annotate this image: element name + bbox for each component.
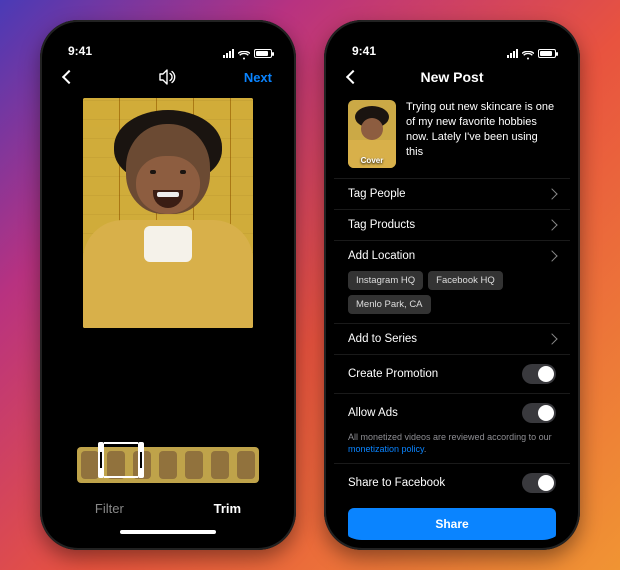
nav-bar: New Post bbox=[334, 60, 570, 94]
back-button[interactable] bbox=[348, 72, 394, 82]
notch bbox=[113, 30, 223, 52]
location-chips: Instagram HQ Facebook HQ Menlo Park, CA bbox=[334, 271, 570, 323]
sound-button[interactable] bbox=[110, 69, 226, 85]
row-create-promotion: Create Promotion bbox=[334, 354, 570, 393]
screen-edit: 9:41 Next bbox=[50, 30, 286, 540]
row-label: Add Location bbox=[348, 250, 415, 262]
phone-left: 9:41 Next bbox=[40, 20, 296, 550]
row-label: Tag People bbox=[348, 188, 406, 200]
notch bbox=[397, 30, 507, 52]
nav-bar: Next bbox=[50, 60, 286, 94]
row-tag-products[interactable]: Tag Products bbox=[334, 209, 570, 240]
new-post-body[interactable]: Cover Trying out new skincare is one of … bbox=[334, 94, 570, 540]
trim-handle-right[interactable] bbox=[138, 442, 144, 478]
row-share-facebook: Share to Facebook bbox=[334, 463, 570, 502]
wifi-icon bbox=[238, 49, 250, 58]
caption-input[interactable]: Trying out new skincare is one of my new… bbox=[406, 100, 556, 168]
row-add-location[interactable]: Add Location bbox=[334, 240, 570, 271]
row-tag-people[interactable]: Tag People bbox=[334, 178, 570, 209]
video-frame bbox=[83, 98, 253, 328]
tab-trim[interactable]: Trim bbox=[214, 501, 241, 516]
row-allow-ads: Allow Ads bbox=[334, 393, 570, 432]
row-label: Share to Facebook bbox=[348, 477, 445, 489]
speaker-icon bbox=[159, 69, 177, 85]
allow-ads-subtext: All monetized videos are reviewed accord… bbox=[334, 432, 570, 463]
subtext-suffix: . bbox=[424, 444, 427, 454]
toggle-share-facebook[interactable] bbox=[522, 473, 556, 493]
page-title: New Post bbox=[394, 69, 510, 85]
location-chip[interactable]: Facebook HQ bbox=[428, 271, 503, 290]
screen-newpost: 9:41 New Post Cover Trying o bbox=[334, 30, 570, 540]
status-time: 9:41 bbox=[68, 44, 92, 58]
cellular-icon bbox=[223, 49, 234, 58]
battery-icon bbox=[538, 49, 556, 58]
trim-strip[interactable] bbox=[70, 442, 266, 488]
status-icons bbox=[223, 49, 272, 58]
video-preview[interactable] bbox=[50, 94, 286, 434]
status-icons bbox=[507, 49, 556, 58]
trim-selection bbox=[104, 442, 138, 478]
home-indicator[interactable] bbox=[120, 530, 216, 534]
location-chip[interactable]: Instagram HQ bbox=[348, 271, 423, 290]
chevron-right-icon bbox=[546, 333, 557, 344]
row-label: Tag Products bbox=[348, 219, 415, 231]
row-label: Allow Ads bbox=[348, 407, 398, 419]
cover-thumbnail[interactable]: Cover bbox=[348, 100, 396, 168]
status-time: 9:41 bbox=[352, 44, 376, 58]
compose-area: Cover Trying out new skincare is one of … bbox=[334, 94, 570, 178]
chevron-left-icon bbox=[346, 70, 360, 84]
tab-filter[interactable]: Filter bbox=[95, 501, 124, 516]
back-button[interactable] bbox=[64, 72, 110, 82]
share-button[interactable]: Share bbox=[348, 508, 556, 540]
chevron-right-icon bbox=[546, 250, 557, 261]
chevron-right-icon bbox=[546, 219, 557, 230]
edit-tabs: Filter Trim bbox=[50, 488, 286, 528]
row-add-series[interactable]: Add to Series bbox=[334, 323, 570, 354]
battery-icon bbox=[254, 49, 272, 58]
chevron-right-icon bbox=[546, 188, 557, 199]
subtext-prefix: All monetized videos are reviewed accord… bbox=[348, 432, 552, 442]
phone-right: 9:41 New Post Cover Trying o bbox=[324, 20, 580, 550]
chevron-left-icon bbox=[62, 70, 76, 84]
next-button[interactable]: Next bbox=[226, 70, 272, 85]
location-chip[interactable]: Menlo Park, CA bbox=[348, 295, 431, 314]
wifi-icon bbox=[522, 49, 534, 58]
toggle-allow-ads[interactable] bbox=[522, 403, 556, 423]
toggle-create-promotion[interactable] bbox=[522, 364, 556, 384]
trim-handle-left[interactable] bbox=[98, 442, 104, 478]
row-label: Add to Series bbox=[348, 333, 417, 345]
cover-label: Cover bbox=[348, 156, 396, 165]
monetization-policy-link[interactable]: monetization policy bbox=[348, 444, 424, 454]
cellular-icon bbox=[507, 49, 518, 58]
row-label: Create Promotion bbox=[348, 368, 438, 380]
